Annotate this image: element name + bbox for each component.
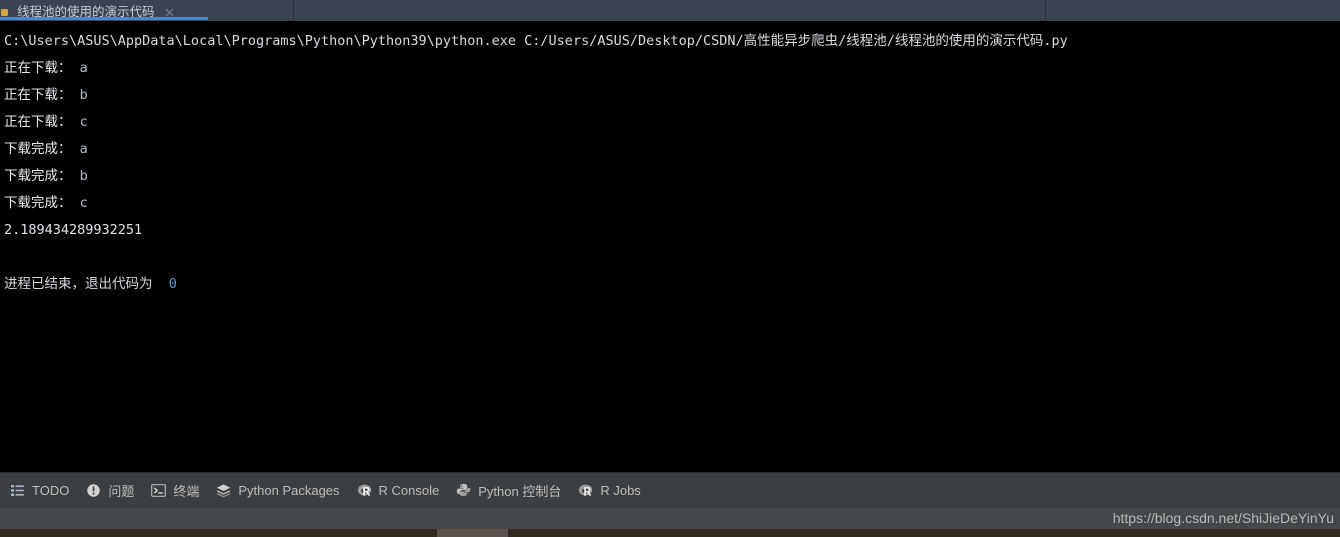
console-text: 下载完成： xyxy=(4,168,72,184)
terminal-icon xyxy=(151,483,167,498)
pycharm-run-window: 线程池的使用的演示代码 C:\Users\ASUS\AppData\Local\… xyxy=(0,0,1340,537)
tool-window-button-label: 终端 xyxy=(173,484,200,499)
console-text: b xyxy=(71,87,88,103)
console-text: c xyxy=(71,114,88,130)
console-text: 下载完成： xyxy=(4,195,72,211)
console-text: 正在下载： xyxy=(4,87,72,103)
tool-window-button-r-console[interactable]: R Console xyxy=(351,478,451,504)
tool-window-button-label: Python Packages xyxy=(238,483,340,498)
console-text: 正在下载： xyxy=(4,114,72,130)
console-text: b xyxy=(71,168,88,184)
console-text: a xyxy=(71,141,88,157)
tool-window-button-label: TODO xyxy=(32,483,70,498)
tab-active-indicator xyxy=(0,17,208,20)
console-line-downloading-c: 正在下载： c xyxy=(4,109,1340,136)
tool-window-button-todo[interactable]: TODO xyxy=(4,478,80,504)
tabbar-divider-1 xyxy=(293,0,294,21)
horizontal-scrollbar-thumb[interactable] xyxy=(437,529,508,537)
python-logo-icon xyxy=(456,483,471,498)
tool-window-button-python-packages[interactable]: Python Packages xyxy=(210,478,350,504)
console-line-finished-a: 下载完成： a xyxy=(4,136,1340,163)
tool-window-button-label: R Jobs xyxy=(600,483,641,498)
console-text: C:\Users\ASUS\AppData\Local\Programs\Pyt… xyxy=(4,33,1068,49)
console-text: 进程已结束，退出代码为 xyxy=(4,276,153,292)
close-icon[interactable] xyxy=(164,5,175,17)
console-line-elapsed-seconds: 2.189434289932251 xyxy=(4,217,1340,244)
console-text: a xyxy=(71,60,88,76)
packages-layers-icon xyxy=(216,483,231,498)
tabbar-divider-2 xyxy=(1045,0,1046,21)
console-line-downloading-b: 正在下载： b xyxy=(4,82,1340,109)
watermark-url: https://blog.csdn.net/ShiJieDeYinYu xyxy=(1112,510,1334,526)
tool-window-button-终端[interactable]: 终端 xyxy=(145,478,210,504)
tool-window-bar: TODO 问题 终端 Python Packages R Console Python 控… xyxy=(0,472,1340,508)
run-tab-bar: 线程池的使用的演示代码 xyxy=(0,0,1340,21)
console-line-finished-c: 下载完成： c xyxy=(4,190,1340,217)
tool-window-button-python-控制台[interactable]: Python 控制台 xyxy=(450,478,572,504)
tool-window-button-label: Python 控制台 xyxy=(478,484,562,499)
console-line-blank-1 xyxy=(4,244,1340,271)
problems-warning-icon xyxy=(86,483,101,498)
console-text: 2.189434289932251 xyxy=(4,222,143,238)
console-text: c xyxy=(71,195,88,211)
horizontal-scrollbar-track[interactable] xyxy=(0,529,1340,537)
console-line-downloading-a: 正在下载： a xyxy=(4,55,1340,82)
tab-run-configuration[interactable]: 线程池的使用的演示代码 xyxy=(0,0,208,21)
tool-window-button-label: 问题 xyxy=(108,484,135,499)
console-text: 正在下载： xyxy=(4,60,72,76)
todo-list-icon xyxy=(10,483,25,498)
watermark-strip: https://blog.csdn.net/ShiJieDeYinYu xyxy=(0,508,1340,529)
console-line-process-exit: 进程已结束，退出代码为 0 xyxy=(4,271,1340,298)
r-logo-icon xyxy=(357,483,372,498)
console-text: 下载完成： xyxy=(4,141,72,157)
console-line-command: C:\Users\ASUS\AppData\Local\Programs\Pyt… xyxy=(4,28,1340,55)
r-logo-icon xyxy=(578,483,593,498)
console-output[interactable]: C:\Users\ASUS\AppData\Local\Programs\Pyt… xyxy=(0,21,1340,472)
tool-window-button-r-jobs[interactable]: R Jobs xyxy=(572,478,651,504)
run-configuration-icon xyxy=(1,5,12,16)
tool-window-button-问题[interactable]: 问题 xyxy=(80,478,145,504)
console-text: 0 xyxy=(168,276,177,292)
console-line-finished-b: 下载完成： b xyxy=(4,163,1340,190)
tool-window-button-label: R Console xyxy=(378,483,440,498)
